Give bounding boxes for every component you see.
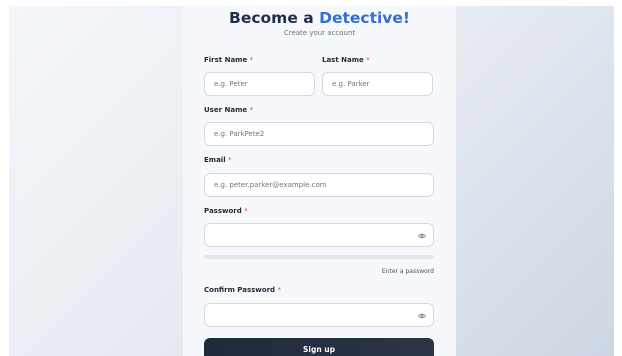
email-label-text: Email [204, 156, 226, 164]
password-strength-bar [204, 255, 434, 259]
password-label: Password * [204, 207, 248, 215]
password-strength-hint: Enter a password [381, 268, 434, 275]
first-name-input[interactable] [204, 72, 315, 96]
confirm-password-label-text: Confirm Password [204, 286, 276, 294]
confirm-password-field[interactable] [204, 303, 434, 327]
page-subtitle: Create your account [283, 29, 356, 37]
eye-icon[interactable] [418, 232, 426, 240]
signup-button[interactable]: Sign up [204, 338, 434, 356]
required-mark: * [228, 156, 232, 164]
eye-icon[interactable] [418, 312, 426, 320]
signup-card: Become a Detective! Create your account … [183, 6, 456, 356]
user-name-input[interactable] [204, 122, 434, 146]
confirm-password-label: Confirm Password * [204, 286, 281, 294]
required-mark: * [249, 106, 254, 114]
required-mark: * [277, 286, 281, 294]
email-input[interactable] [204, 173, 434, 197]
page-title: Become a Detective! [183, 9, 456, 27]
first-name-label-text: First Name [204, 56, 248, 64]
last-name-label-text: Last Name [322, 56, 364, 64]
title-accent-text: Detective! [319, 9, 410, 27]
password-field[interactable] [204, 223, 434, 247]
password-label-text: Password [204, 207, 242, 215]
user-name-label: User Name * [204, 106, 253, 114]
first-name-label: First Name * [204, 56, 253, 64]
user-name-label-text: User Name [204, 106, 248, 114]
required-mark: * [249, 56, 254, 64]
required-mark: * [244, 207, 248, 215]
last-name-label: Last Name * [322, 56, 370, 64]
last-name-input[interactable] [322, 72, 433, 96]
required-mark: * [366, 56, 370, 64]
title-text: Become a [229, 9, 320, 27]
email-label: Email * [204, 156, 232, 164]
